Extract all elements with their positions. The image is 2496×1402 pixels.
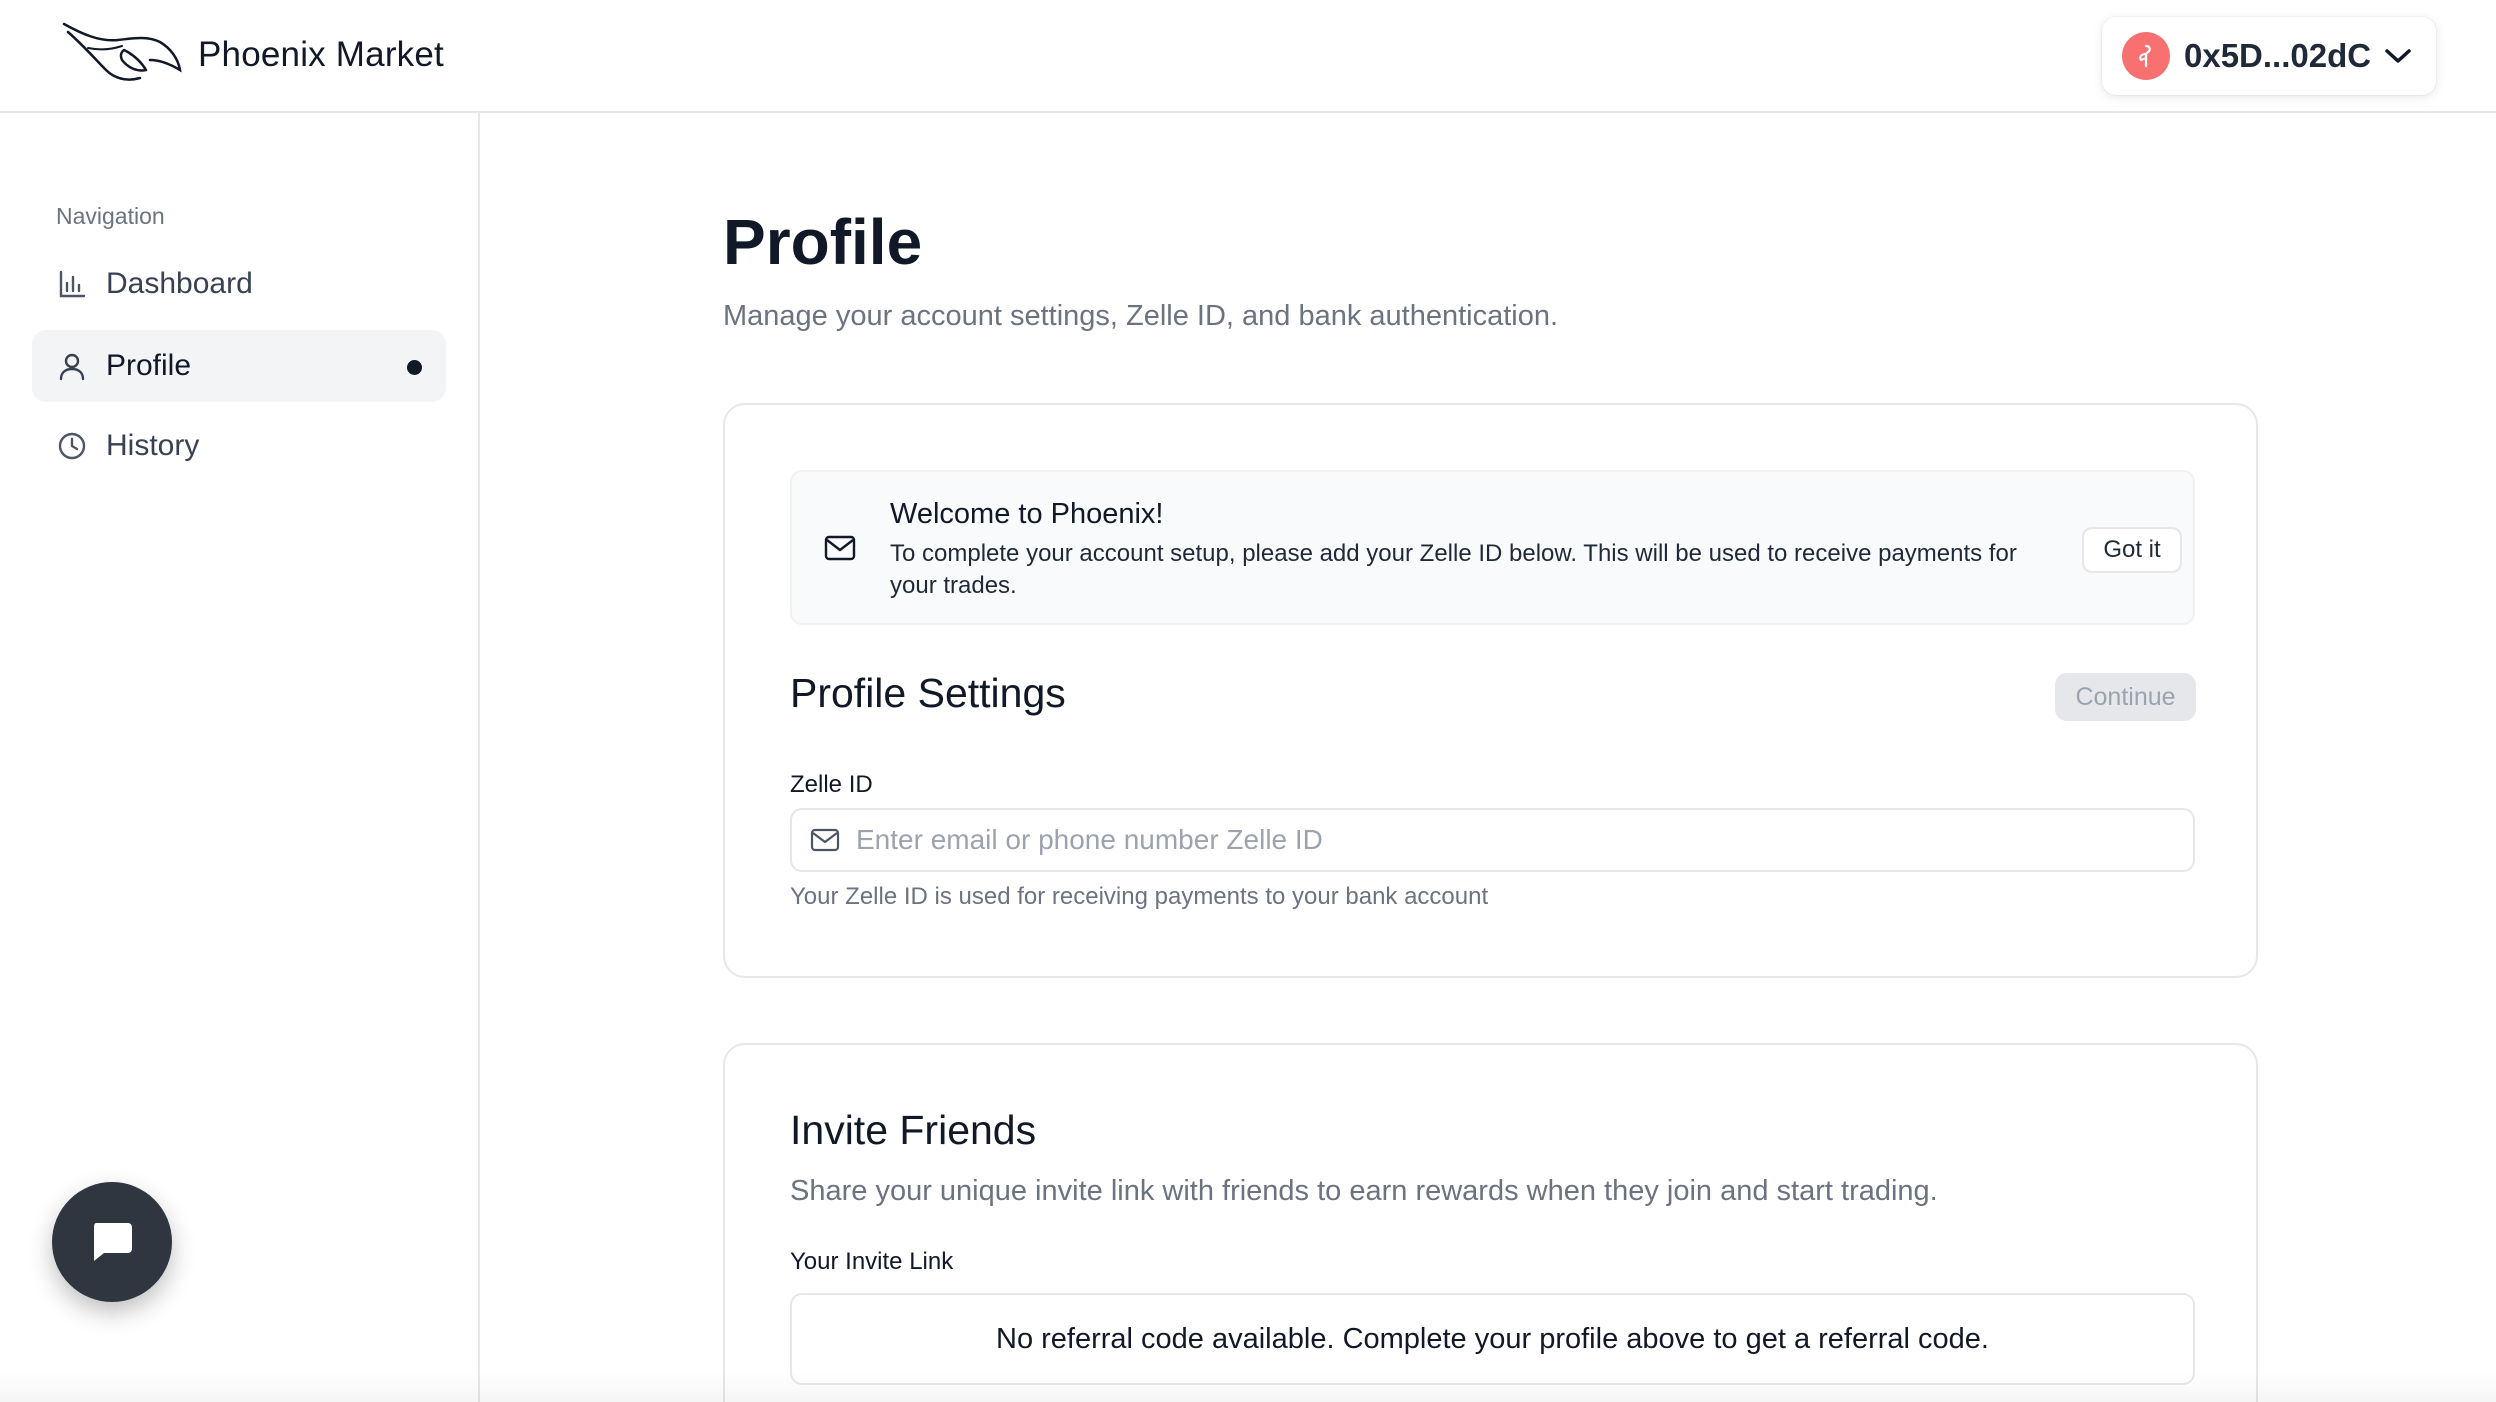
zelle-id-help: Your Zelle ID is used for receiving paym… (790, 883, 1489, 910)
nav-heading: Navigation (56, 203, 165, 229)
referral-message: No referral code available. Complete you… (996, 1322, 1989, 1355)
zelle-id-input[interactable] (856, 824, 2156, 856)
wallet-address: 0x5D...02dC (2184, 37, 2372, 74)
chat-button[interactable] (52, 1182, 172, 1302)
profile-settings-card: Welcome to Phoenix! To complete your acc… (723, 403, 2258, 978)
page-title: Profile (723, 206, 923, 278)
invite-friends-title: Invite Friends (790, 1107, 1037, 1153)
alert-title: Welcome to Phoenix! (890, 498, 1164, 530)
flamingo-icon (2139, 44, 2151, 68)
zelle-id-label: Zelle ID (790, 771, 873, 798)
invite-link-label: Your Invite Link (790, 1248, 954, 1275)
sidebar-item-label: Dashboard (106, 267, 253, 300)
alert-text: To complete your account setup, please a… (890, 540, 2017, 599)
sidebar-item-label: History (106, 429, 200, 462)
clock-icon (56, 430, 88, 462)
invite-friends-card: Invite Friends Share your unique invite … (723, 1043, 2258, 1402)
profile-settings-title: Profile Settings (790, 670, 1066, 716)
sidebar-item-profile[interactable]: Profile (32, 330, 446, 402)
chevron-down-icon (2385, 49, 2411, 63)
invite-friends-subtitle: Share your unique invite link with frien… (790, 1175, 1938, 1207)
wallet-account-button[interactable]: 0x5D...02dC (2102, 17, 2436, 95)
sidebar-item-label: Profile (106, 349, 192, 382)
referral-code-box: No referral code available. Complete you… (790, 1293, 2195, 1385)
mail-icon (824, 535, 856, 561)
mail-icon (810, 828, 840, 852)
chat-bubble-icon (94, 1223, 132, 1261)
wallet-avatar (2122, 32, 2170, 80)
phoenix-logo-icon (62, 22, 182, 81)
continue-button[interactable]: Continue (2055, 673, 2196, 721)
bar-chart-icon (56, 268, 88, 300)
zelle-id-field[interactable] (790, 808, 2195, 872)
user-icon (56, 350, 88, 382)
page-subtitle: Manage your account settings, Zelle ID, … (723, 300, 1559, 332)
top-header: Phoenix Market 0x5D...02dC (0, 0, 2496, 113)
brand-name: Phoenix Market (198, 35, 444, 74)
welcome-alert: Welcome to Phoenix! To complete your acc… (790, 470, 2195, 625)
brand-logo[interactable]: Phoenix Market (62, 20, 444, 90)
active-indicator-dot (407, 360, 422, 375)
sidebar-item-dashboard[interactable]: Dashboard (32, 248, 446, 320)
sidebar-item-history[interactable]: History (32, 410, 446, 482)
got-it-button[interactable]: Got it (2082, 527, 2182, 573)
